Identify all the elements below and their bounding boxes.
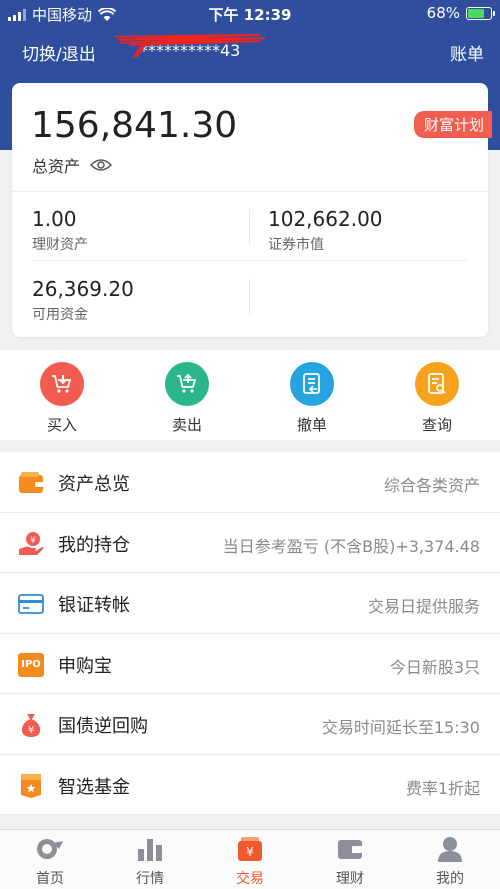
eye-icon[interactable]	[90, 158, 113, 172]
home-icon	[35, 834, 65, 864]
tab-wealth[interactable]: 理财	[310, 834, 390, 888]
card-divider	[12, 191, 488, 192]
switch-logout-button[interactable]: 切换/退出	[22, 40, 96, 65]
fund-badge-icon	[18, 773, 44, 799]
tab-home[interactable]: 首页	[10, 834, 90, 888]
cancel-order-icon	[290, 362, 334, 406]
menu-reverse-repo[interactable]: ¥ 国债逆回购 交易时间延长至15:30	[0, 694, 500, 755]
svg-text:¥: ¥	[246, 845, 254, 859]
stat-row-divider	[32, 260, 468, 261]
bill-button[interactable]: 账单	[450, 40, 484, 65]
tab-bar: 首页 行情 ¥ 交易 理财 我的	[0, 829, 500, 889]
status-bar: 中国移动 下午 12:39 68%	[0, 0, 500, 28]
cancel-order-button[interactable]: 撤单	[272, 362, 352, 435]
query-doc-icon	[415, 362, 459, 406]
clock: 下午 12:39	[208, 6, 292, 24]
battery-icon	[466, 6, 495, 20]
stat-available-funds[interactable]: 26,369.20 可用资金	[32, 277, 134, 324]
redaction-scribble	[114, 33, 266, 58]
hand-coin-icon: ¥	[18, 531, 44, 557]
bank-card-icon	[18, 591, 44, 617]
ipo-icon: IPO	[18, 652, 44, 677]
wallet-icon	[18, 470, 44, 496]
tab-market[interactable]: 行情	[110, 834, 190, 888]
money-bag-icon: ¥	[18, 712, 44, 738]
trade-icon: ¥	[235, 834, 265, 864]
menu-asset-overview[interactable]: 资产总览 综合各类资产	[0, 452, 500, 513]
stat-divider	[249, 209, 250, 245]
tab-mine[interactable]: 我的	[410, 834, 490, 888]
cart-out-icon	[165, 362, 209, 406]
stat-financial-assets[interactable]: 1.00 理财资产	[32, 207, 88, 254]
user-icon	[435, 834, 465, 864]
stat-securities-value[interactable]: 102,662.00 证券市值	[268, 207, 383, 254]
menu-list: 资产总览 综合各类资产 ¥ 我的持仓 当日参考盈亏 (不含B股)+3,374.4…	[0, 452, 500, 815]
total-assets-label: 总资产	[32, 157, 81, 176]
cart-in-icon	[40, 362, 84, 406]
action-row: 买入 卖出 撤单 查询	[0, 350, 500, 440]
stat-divider	[249, 279, 250, 315]
buy-button[interactable]: 买入	[22, 362, 102, 435]
query-button[interactable]: 查询	[397, 362, 477, 435]
svg-text:¥: ¥	[28, 725, 34, 736]
menu-ipo-subscription[interactable]: IPO 申购宝 今日新股3只	[0, 634, 500, 694]
sell-button[interactable]: 卖出	[147, 362, 227, 435]
total-assets-value: 156,841.30	[31, 105, 238, 146]
menu-bank-transfer[interactable]: 银证转帐 交易日提供服务	[0, 573, 500, 634]
wealth-plan-tag[interactable]: 财富计划	[413, 111, 492, 138]
tab-trade[interactable]: ¥ 交易	[210, 834, 290, 888]
asset-card: 156,841.30 总资产 财富计划 1.00 理财资产 102,662.00…	[12, 83, 492, 337]
bar-chart-icon	[135, 834, 165, 864]
battery-percent: 68%	[426, 4, 460, 22]
account-number: **********43	[110, 33, 290, 60]
wallet-icon	[335, 834, 365, 864]
svg-text:¥: ¥	[30, 536, 36, 546]
menu-smart-fund[interactable]: 智选基金 费率1折起	[0, 755, 500, 815]
menu-my-positions[interactable]: ¥ 我的持仓 当日参考盈亏 (不含B股)+3,374.48	[0, 513, 500, 573]
